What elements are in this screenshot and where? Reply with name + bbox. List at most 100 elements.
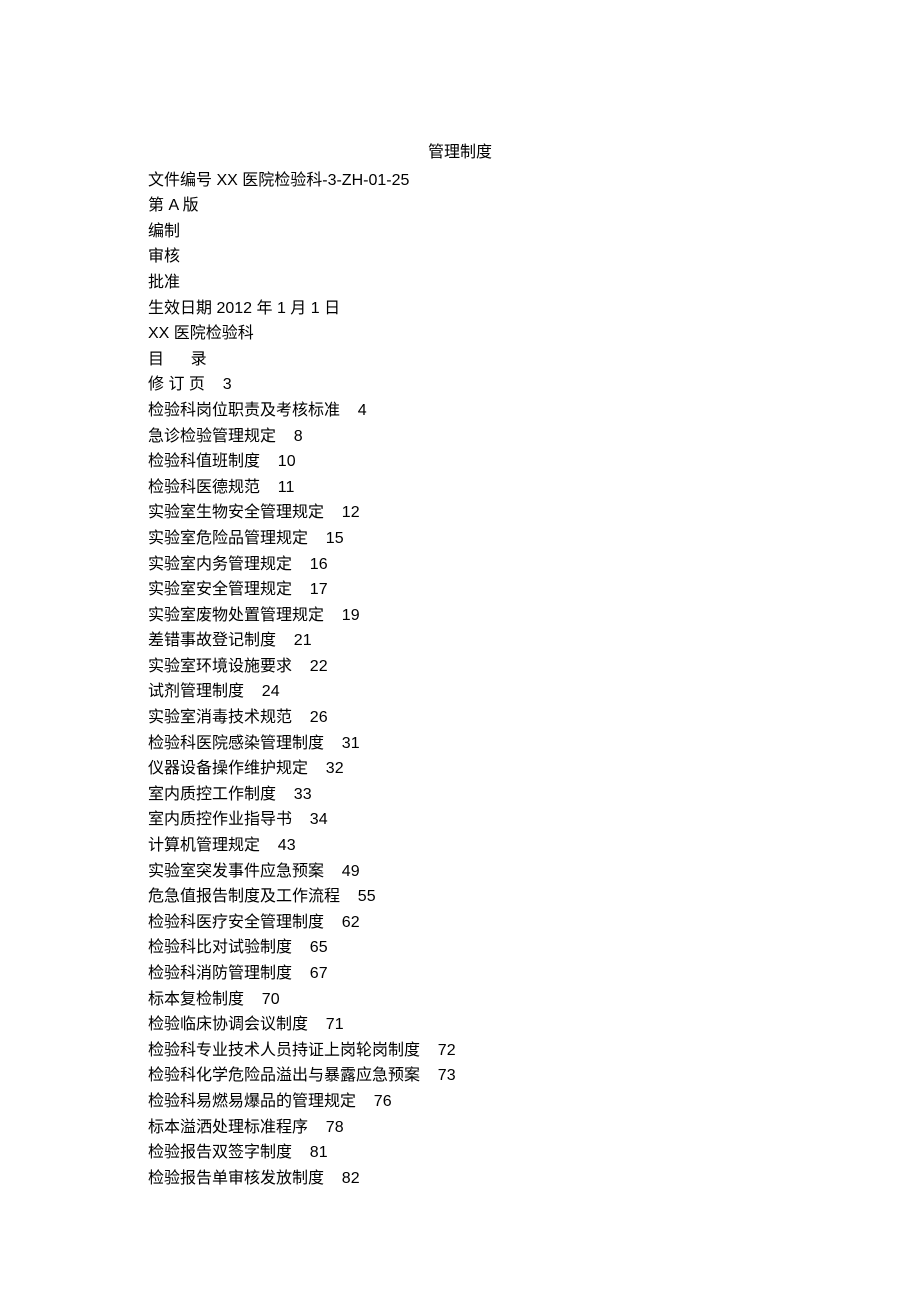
toc-entry-gap — [292, 939, 310, 956]
toc-entry-page: 81 — [310, 1144, 328, 1161]
toc-entry-page: 73 — [438, 1067, 456, 1084]
toc-entry-page: 82 — [342, 1170, 360, 1187]
toc-entry-gap — [276, 632, 294, 649]
effective-date-label: 生效日期 — [148, 300, 216, 317]
toc-heading: 目 录 — [148, 347, 772, 373]
toc-entry-page: 65 — [310, 939, 328, 956]
toc-entry-gap — [292, 581, 310, 598]
toc-entry: 检验科比对试验制度 65 — [148, 935, 772, 961]
effective-date-value: 2012 年 1 月 1 日 — [216, 300, 340, 317]
toc-entry-gap — [292, 811, 310, 828]
toc-entry-label: 实验室内务管理规定 — [148, 556, 292, 573]
toc-entry-page: 31 — [342, 735, 360, 752]
doc-number-label: 文件编号 — [148, 172, 216, 189]
toc-entry-label: 危急值报告制度及工作流程 — [148, 888, 340, 905]
toc-entry: 检验科值班制度 10 — [148, 449, 772, 475]
toc-entry-page: 3 — [223, 376, 232, 393]
toc-entry-gap — [340, 888, 358, 905]
toc-entry: 检验科岗位职责及考核标准 4 — [148, 398, 772, 424]
toc-entry-page: 22 — [310, 658, 328, 675]
toc-entry-page: 67 — [310, 965, 328, 982]
toc-entry-label: 检验科医德规范 — [148, 479, 260, 496]
toc-entry: 计算机管理规定 43 — [148, 833, 772, 859]
toc-entry: 标本复检制度 70 — [148, 987, 772, 1013]
toc-entry-label: 检验科专业技术人员持证上岗轮岗制度 — [148, 1042, 420, 1059]
effective-date-line: 生效日期 2012 年 1 月 1 日 — [148, 296, 772, 322]
toc-entry-label: 标本溢洒处理标准程序 — [148, 1119, 308, 1136]
toc-entry-page: 17 — [310, 581, 328, 598]
toc-entry-label: 试剂管理制度 — [148, 683, 244, 700]
toc-entry: 检验报告双签字制度 81 — [148, 1140, 772, 1166]
toc-entry: 实验室内务管理规定 16 — [148, 552, 772, 578]
toc-entry-label: 检验科易燃易爆品的管理规定 — [148, 1093, 356, 1110]
toc-entry: 实验室突发事件应急预案 49 — [148, 859, 772, 885]
toc-entry-label: 修 订 页 — [148, 376, 205, 393]
doc-number-value: XX 医院检验科-3-ZH-01-25 — [216, 172, 409, 189]
toc-entry-page: 78 — [326, 1119, 344, 1136]
toc-entry-page: 26 — [310, 709, 328, 726]
toc-entry-label: 检验科医疗安全管理制度 — [148, 914, 324, 931]
toc-entry-label: 检验科比对试验制度 — [148, 939, 292, 956]
toc-entry: 检验科化学危险品溢出与暴露应急预案 73 — [148, 1063, 772, 1089]
toc-entry-label: 检验报告双签字制度 — [148, 1144, 292, 1161]
toc-entry-label: 实验室环境设施要求 — [148, 658, 292, 675]
toc-entry-gap — [292, 709, 310, 726]
toc-entry-label: 检验科医院感染管理制度 — [148, 735, 324, 752]
toc-entry: 实验室环境设施要求 22 — [148, 654, 772, 680]
toc-entry: 实验室废物处置管理规定 19 — [148, 603, 772, 629]
document-title: 管理制度 — [148, 140, 772, 166]
toc-entry-label: 差错事故登记制度 — [148, 632, 276, 649]
toc-entry-page: 76 — [374, 1093, 392, 1110]
toc-entry-gap — [205, 376, 223, 393]
toc-entry-page: 8 — [294, 428, 303, 445]
toc-entry-label: 检验科化学危险品溢出与暴露应急预案 — [148, 1067, 420, 1084]
toc-entry: 检验临床协调会议制度 71 — [148, 1012, 772, 1038]
toc-entry-page: 10 — [278, 453, 296, 470]
toc-entry-gap — [324, 504, 342, 521]
toc-entry-gap — [260, 837, 278, 854]
toc-entry: 急诊检验管理规定 8 — [148, 424, 772, 450]
toc-entry-gap — [244, 683, 262, 700]
toc-entry-label: 标本复检制度 — [148, 991, 244, 1008]
toc-entry-page: 49 — [342, 863, 360, 880]
toc-entry: 检验科易燃易爆品的管理规定 76 — [148, 1089, 772, 1115]
prepared-line: 编制 — [148, 219, 772, 245]
toc-entry-label: 检验临床协调会议制度 — [148, 1016, 308, 1033]
toc-container: 修 订 页 3检验科岗位职责及考核标准 4急诊检验管理规定 8检验科值班制度 1… — [148, 372, 772, 1191]
toc-entry-page: 71 — [326, 1016, 344, 1033]
reviewed-line: 审核 — [148, 244, 772, 270]
toc-entry-page: 4 — [358, 402, 367, 419]
toc-entry: 实验室生物安全管理规定 12 — [148, 500, 772, 526]
toc-entry: 室内质控作业指导书 34 — [148, 807, 772, 833]
toc-entry-gap — [292, 658, 310, 675]
toc-entry-gap — [292, 556, 310, 573]
toc-entry: 标本溢洒处理标准程序 78 — [148, 1115, 772, 1141]
toc-entry-page: 15 — [326, 530, 344, 547]
toc-entry-gap — [308, 1016, 326, 1033]
department-line: XX 医院检验科 — [148, 321, 772, 347]
toc-entry-gap — [260, 479, 278, 496]
toc-entry: 试剂管理制度 24 — [148, 679, 772, 705]
toc-entry-gap — [308, 530, 326, 547]
toc-entry-gap — [356, 1093, 374, 1110]
toc-entry-page: 72 — [438, 1042, 456, 1059]
toc-entry-label: 实验室危险品管理规定 — [148, 530, 308, 547]
toc-entry: 差错事故登记制度 21 — [148, 628, 772, 654]
toc-entry: 检验报告单审核发放制度 82 — [148, 1166, 772, 1192]
toc-entry-page: 70 — [262, 991, 280, 1008]
toc-entry-gap — [244, 991, 262, 1008]
toc-entry-page: 12 — [342, 504, 360, 521]
toc-entry-page: 34 — [310, 811, 328, 828]
toc-entry-gap — [292, 1144, 310, 1161]
toc-entry: 检验科医德规范 11 — [148, 475, 772, 501]
approved-line: 批准 — [148, 270, 772, 296]
toc-entry-label: 检验科值班制度 — [148, 453, 260, 470]
toc-entry: 检验科医院感染管理制度 31 — [148, 731, 772, 757]
toc-entry-page: 43 — [278, 837, 296, 854]
toc-entry-gap — [340, 402, 358, 419]
toc-entry: 仪器设备操作维护规定 32 — [148, 756, 772, 782]
toc-entry-label: 实验室废物处置管理规定 — [148, 607, 324, 624]
toc-entry-label: 急诊检验管理规定 — [148, 428, 276, 445]
toc-entry-label: 室内质控工作制度 — [148, 786, 276, 803]
toc-entry: 室内质控工作制度 33 — [148, 782, 772, 808]
